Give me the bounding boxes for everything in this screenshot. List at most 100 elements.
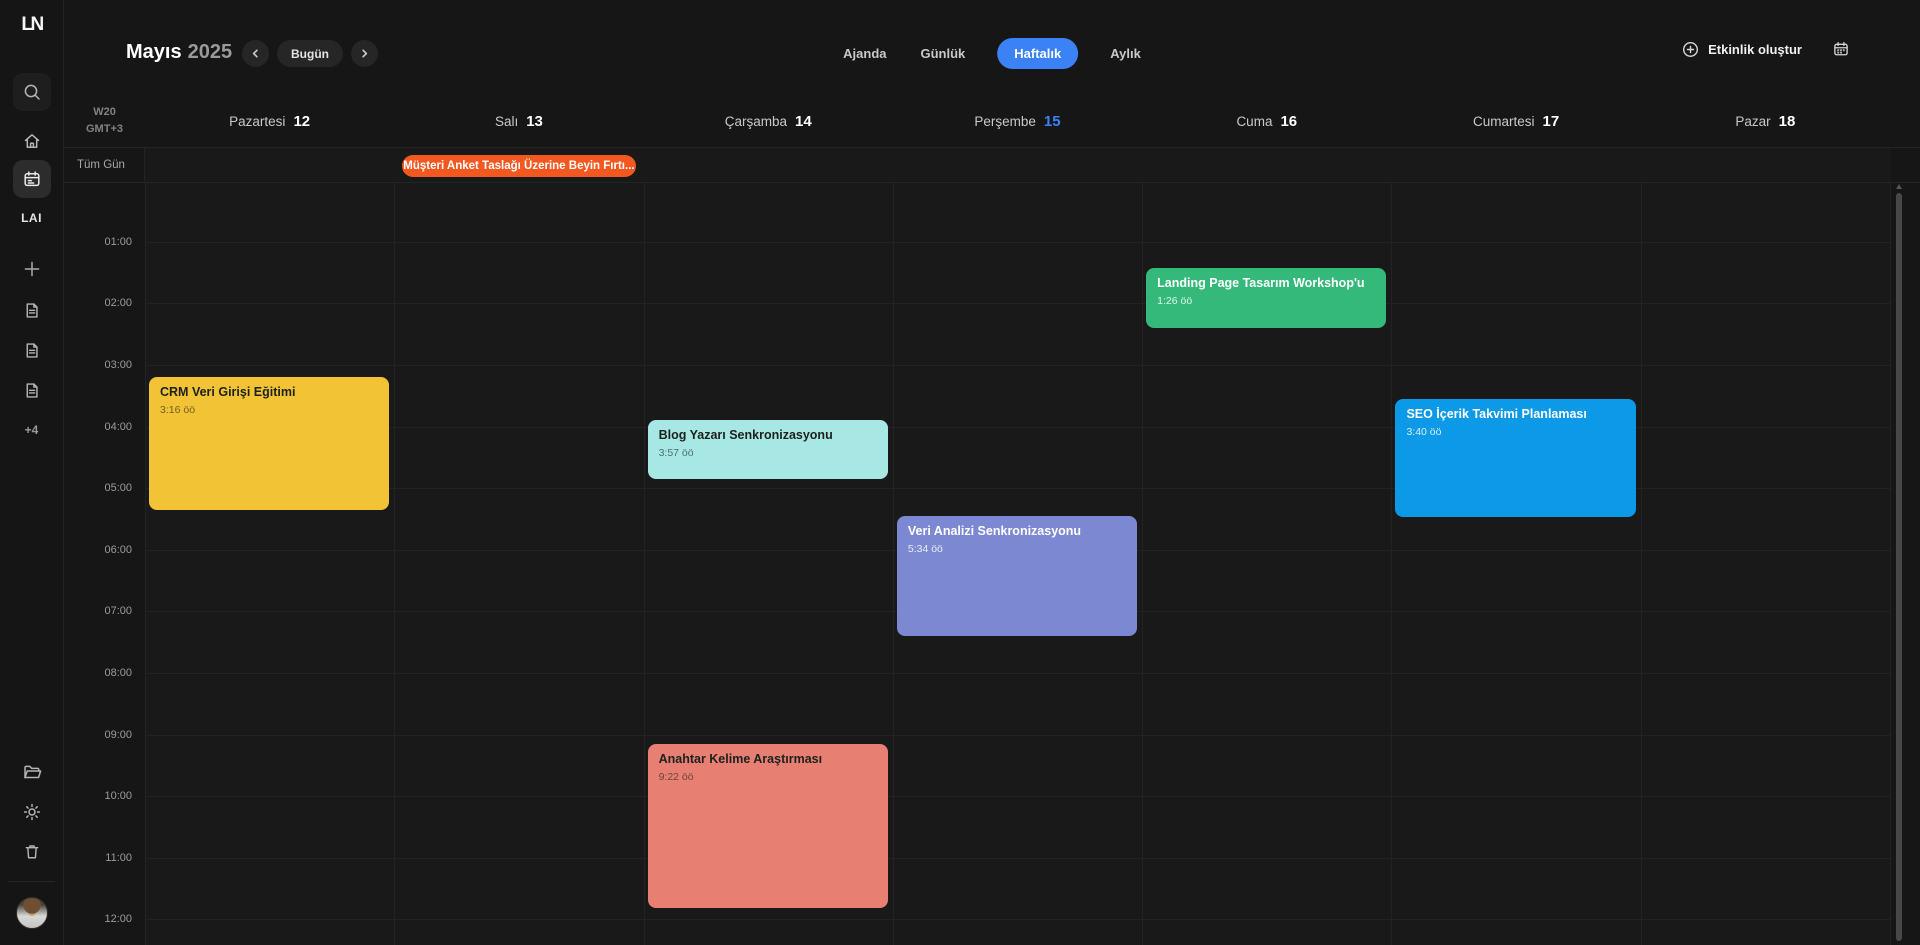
day-number: 14 bbox=[795, 113, 812, 130]
day-header-cuma[interactable]: Cuma 16 bbox=[1142, 96, 1391, 147]
hour-gridline bbox=[145, 919, 1890, 920]
day-header-pazartesi[interactable]: Pazartesi12 bbox=[145, 96, 394, 147]
event-title: Blog Yazarı Senkronizasyonu bbox=[659, 428, 877, 442]
allday-event[interactable]: Müşteri Anket Taslağı Üzerine Beyin Fırt… bbox=[402, 155, 635, 177]
tab-günlük[interactable]: Günlük bbox=[919, 38, 968, 69]
event-title: Anahtar Kelime Araştırması bbox=[659, 752, 877, 766]
allday-label: Tüm Gün bbox=[64, 148, 145, 182]
home-icon[interactable] bbox=[13, 122, 51, 160]
search-icon[interactable] bbox=[13, 73, 51, 111]
hour-gridline bbox=[145, 365, 1890, 366]
mini-calendar-icon[interactable] bbox=[1832, 40, 1850, 58]
scrollbar-arrow[interactable] bbox=[1896, 184, 1902, 189]
event-time: 3:57 öö bbox=[659, 447, 877, 459]
day-name: Perşembe bbox=[974, 114, 1036, 129]
event-time: 3:16 öö bbox=[160, 404, 378, 416]
date-nav: Bugün bbox=[242, 40, 378, 67]
event-card[interactable]: Veri Analizi Senkronizasyonu 5:34 öö bbox=[897, 516, 1137, 636]
event-card[interactable]: CRM Veri Girişi Eğitimi 3:16 öö bbox=[149, 377, 389, 509]
day-number: 13 bbox=[526, 113, 543, 130]
hour-label: 12:00 bbox=[64, 913, 132, 925]
time-grid: 01:0002:0003:0004:0005:0006:0007:0008:00… bbox=[64, 183, 1920, 945]
week-header: W20 GMT+3 Pazartesi12Salı13Çarşamba14Per… bbox=[64, 96, 1920, 147]
today-button[interactable]: Bugün bbox=[277, 40, 343, 67]
year-label: 2025 bbox=[188, 41, 233, 63]
add-icon[interactable] bbox=[23, 260, 41, 278]
folder-icon[interactable] bbox=[22, 762, 42, 782]
topbar-right: Etkinlik oluştur bbox=[1682, 40, 1850, 58]
event-card[interactable]: Landing Page Tasarım Workshop'u1:26 öö bbox=[1146, 268, 1386, 328]
day-gridline bbox=[394, 183, 395, 945]
day-gridline bbox=[893, 183, 894, 945]
hour-label: 10:00 bbox=[64, 790, 132, 802]
hour-label: 02:00 bbox=[64, 297, 132, 309]
event-card[interactable]: Blog Yazarı Senkronizasyonu 3:57 öö bbox=[648, 420, 888, 479]
event-title: SEO İçerik Takvimi Planlaması bbox=[1406, 407, 1624, 421]
event-card[interactable]: Anahtar Kelime Araştırması 9:22 öö bbox=[648, 744, 888, 908]
tab-aylık[interactable]: Aylık bbox=[1108, 38, 1143, 69]
hour-gridline bbox=[145, 858, 1890, 859]
calendar-icon[interactable] bbox=[13, 160, 51, 198]
scrollbar-thumb[interactable] bbox=[1896, 193, 1902, 941]
allday-row: Tüm Gün Müşteri Anket Taslağı Üzerine Be… bbox=[64, 147, 1920, 183]
hour-label: 03:00 bbox=[64, 359, 132, 371]
day-header-perşembe[interactable]: Perşembe 15 bbox=[893, 96, 1142, 147]
document-icon[interactable] bbox=[22, 341, 41, 360]
app-logo[interactable]: LN bbox=[21, 14, 41, 36]
hour-label: 04:00 bbox=[64, 421, 132, 433]
more-documents-badge[interactable]: +4 bbox=[25, 423, 39, 437]
day-header-pazar[interactable]: Pazar18 bbox=[1641, 96, 1890, 147]
month-label: Mayıs bbox=[126, 41, 182, 63]
event-time: 5:34 öö bbox=[908, 543, 1126, 555]
page-title: Mayıs 2025 bbox=[126, 41, 232, 64]
hour-gridline bbox=[145, 242, 1890, 243]
day-number: 18 bbox=[1779, 113, 1796, 130]
sidebar: LN LAI +4 bbox=[0, 0, 64, 945]
plus-circle-icon bbox=[1682, 41, 1699, 58]
tab-haftalık[interactable]: Haftalık bbox=[997, 38, 1078, 69]
day-gridline bbox=[644, 183, 645, 945]
day-gridline bbox=[1142, 183, 1143, 945]
settings-icon[interactable] bbox=[22, 802, 42, 822]
day-name: Cuma bbox=[1236, 114, 1272, 129]
day-gridline bbox=[1890, 183, 1891, 945]
day-gridline bbox=[145, 183, 146, 945]
topbar: Mayıs 2025 Bugün Ajanda Günlük Haftalık Aylı… bbox=[64, 0, 1920, 96]
user-avatar[interactable] bbox=[16, 897, 48, 929]
day-name: Pazartesi bbox=[229, 114, 285, 129]
week-info: W20 GMT+3 bbox=[64, 104, 145, 138]
day-header-salı[interactable]: Salı 13 bbox=[394, 96, 643, 147]
day-header-çarşamba[interactable]: Çarşamba14 bbox=[644, 96, 893, 147]
event-title: Veri Analizi Senkronizasyonu bbox=[908, 524, 1126, 538]
next-week-button[interactable] bbox=[351, 40, 378, 67]
day-number: 16 bbox=[1280, 113, 1297, 130]
day-gridline bbox=[1641, 183, 1642, 945]
sidebar-divider bbox=[8, 881, 55, 882]
event-title: Landing Page Tasarım Workshop'u bbox=[1157, 276, 1375, 290]
calendar-main: Mayıs 2025 Bugün Ajanda Günlük Haftalık Aylı… bbox=[64, 0, 1920, 945]
calendar-app: LN LAI +4 bbox=[0, 0, 1920, 945]
hour-label: 06:00 bbox=[64, 544, 132, 556]
prev-week-button[interactable] bbox=[242, 40, 269, 67]
day-name: Salı bbox=[495, 114, 518, 129]
day-gridline bbox=[1391, 183, 1392, 945]
event-title: CRM Veri Girişi Eğitimi bbox=[160, 385, 378, 399]
tab-ajanda[interactable]: Ajanda bbox=[841, 38, 888, 69]
ai-assistant-icon[interactable]: LAI bbox=[21, 211, 42, 225]
create-event-button[interactable]: Etkinlik oluştur bbox=[1682, 41, 1802, 58]
document-icon[interactable] bbox=[22, 301, 41, 320]
document-icon[interactable] bbox=[22, 381, 41, 400]
day-name: Cumartesi bbox=[1473, 114, 1535, 129]
day-number: 15 bbox=[1044, 113, 1061, 130]
day-number: 17 bbox=[1542, 113, 1559, 130]
day-header-cumartesi[interactable]: Cumartesi 17 bbox=[1391, 96, 1640, 147]
hour-label: 11:00 bbox=[64, 852, 132, 864]
event-time: 3:40 öö bbox=[1406, 426, 1624, 438]
hour-label: 05:00 bbox=[64, 482, 132, 494]
trash-icon[interactable] bbox=[22, 842, 41, 861]
view-tabs: Ajanda Günlük Haftalık Aylık bbox=[841, 38, 1143, 69]
hour-gridline bbox=[145, 735, 1890, 736]
event-card[interactable]: SEO İçerik Takvimi Planlaması 3:40 öö bbox=[1395, 399, 1635, 517]
hour-gridline bbox=[145, 303, 1890, 304]
event-time: 9:22 öö bbox=[659, 771, 877, 783]
